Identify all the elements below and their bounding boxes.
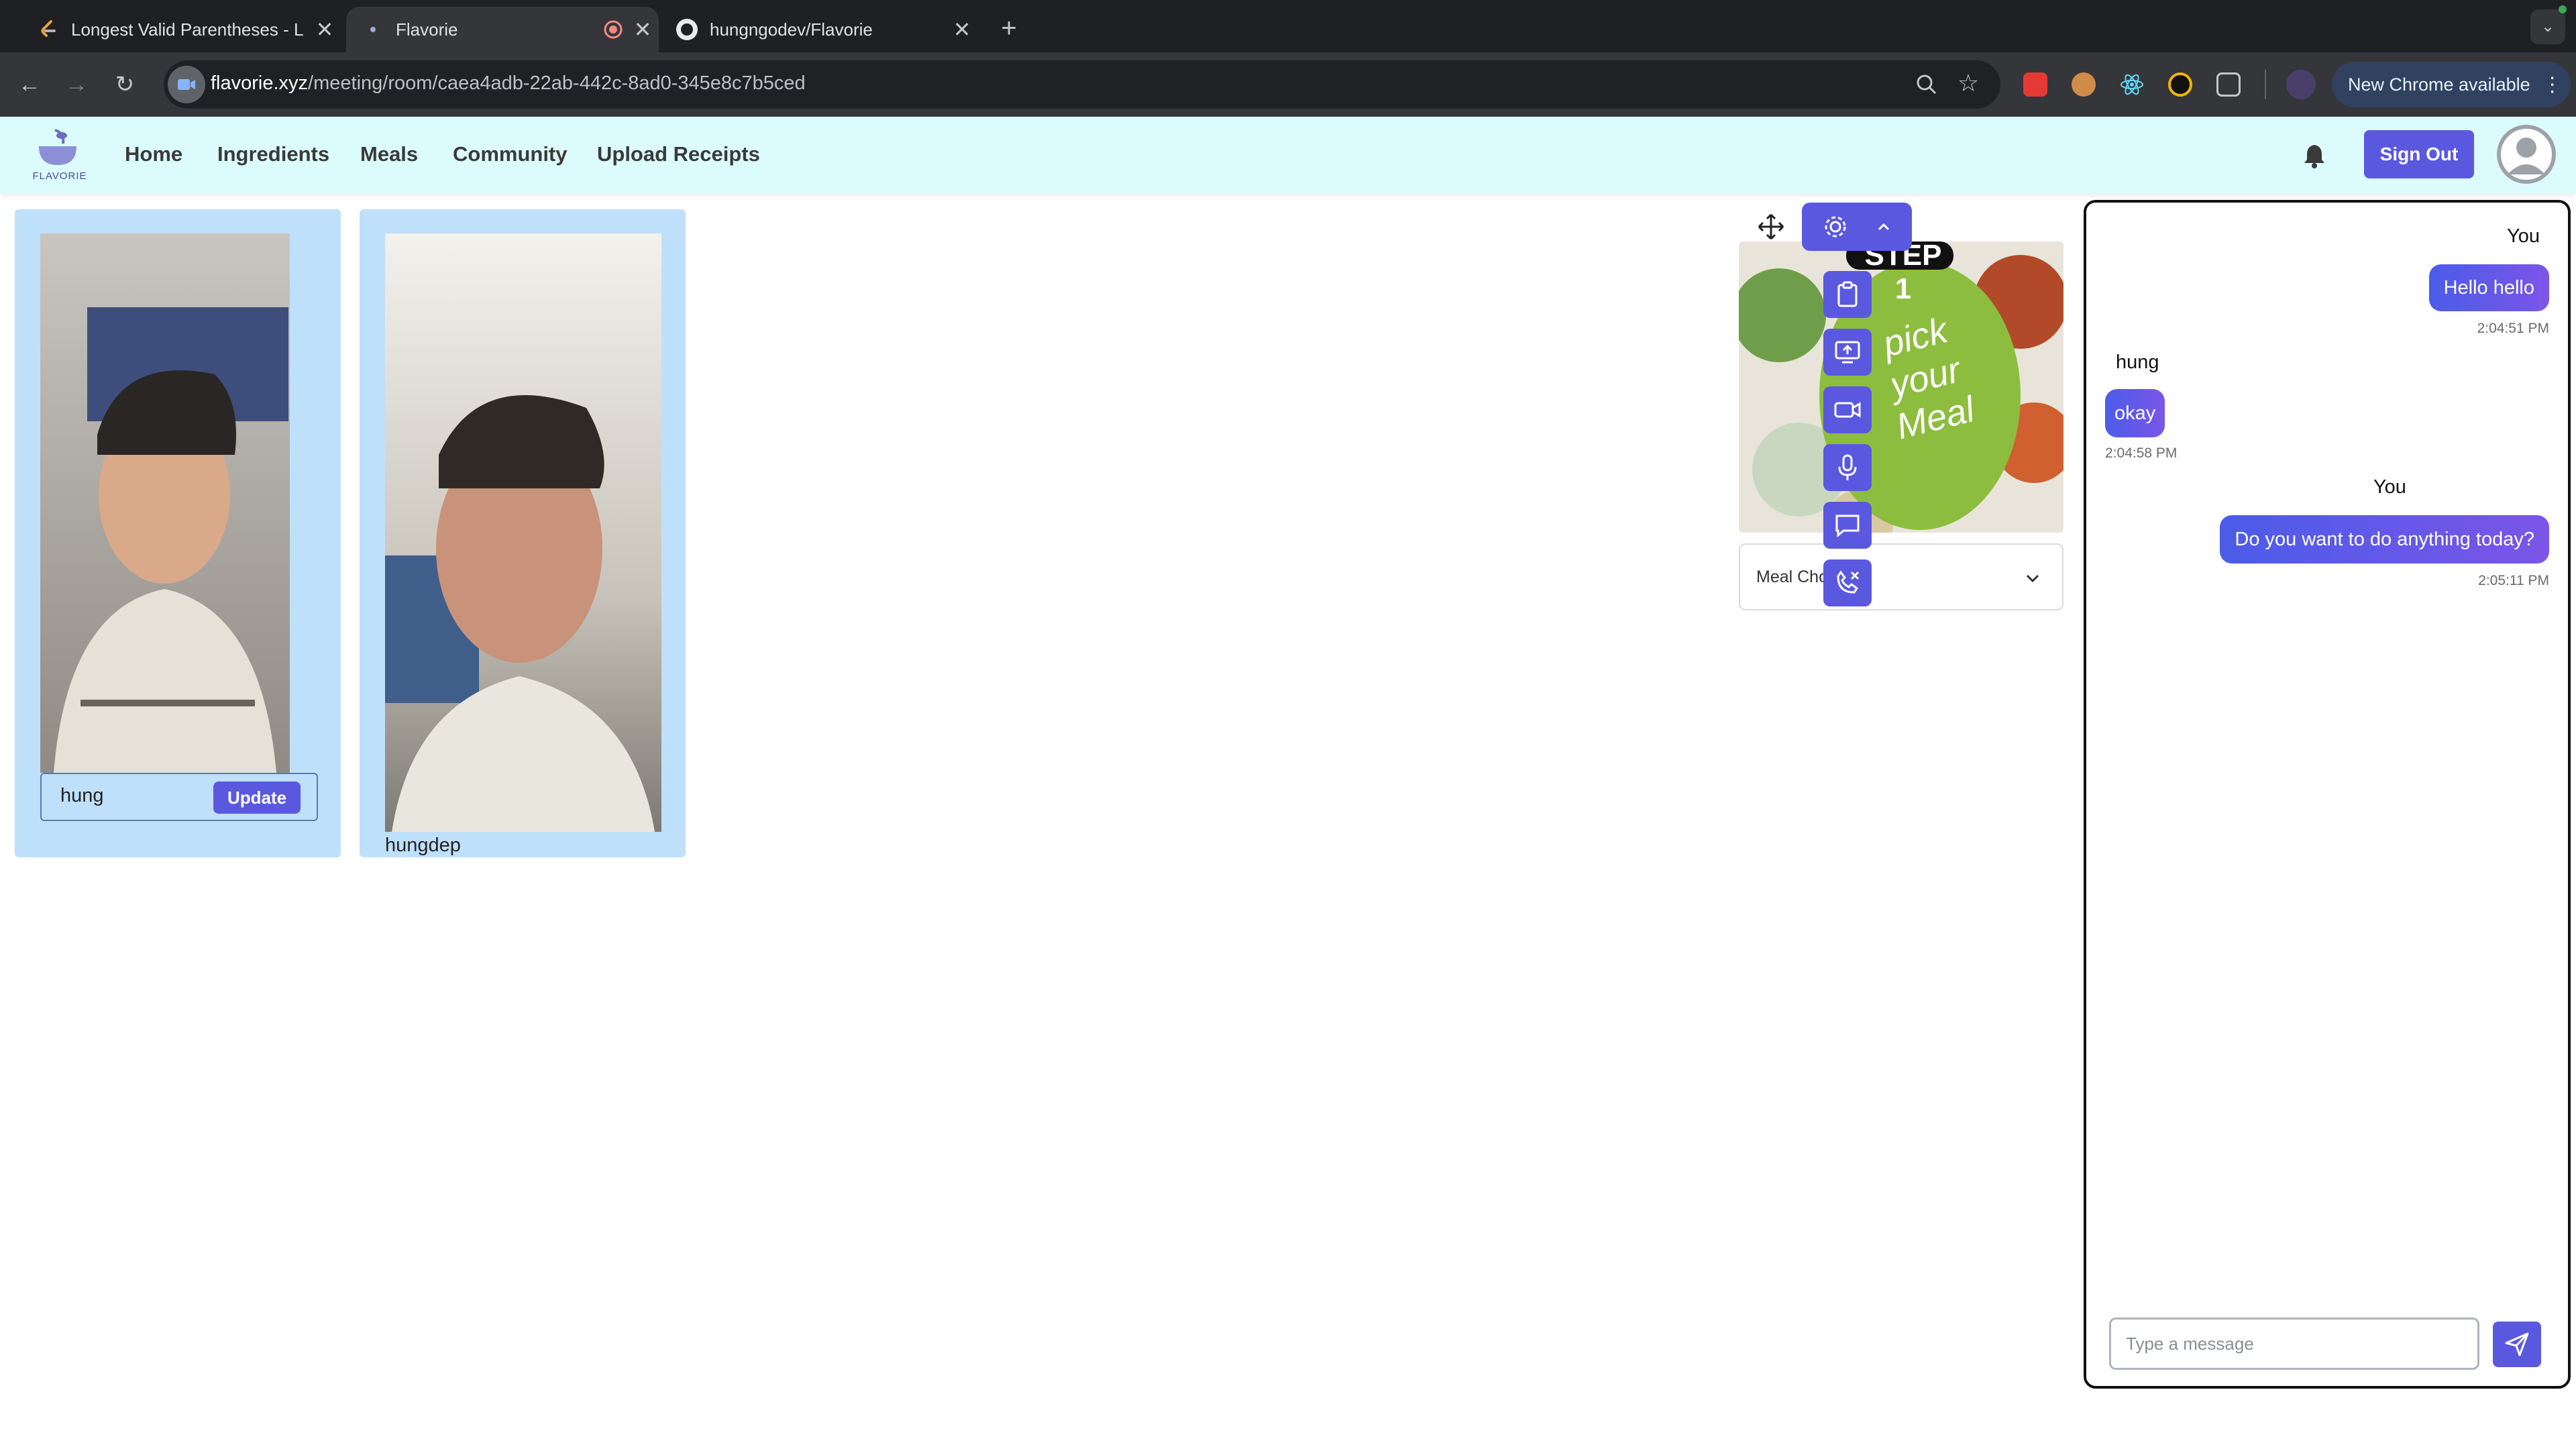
meal-step-image: STEP 1 pick your Meal: [1739, 241, 2063, 533]
close-tab-icon[interactable]: ✕: [627, 17, 659, 42]
tab-leetcode[interactable]: Longest Valid Parentheses - L ✕: [13, 7, 341, 52]
message-input[interactable]: [2111, 1320, 2477, 1368]
send-icon: [2505, 1332, 2529, 1356]
chat-toggle-button[interactable]: [1823, 502, 1872, 549]
tab-github[interactable]: hungngodev/Flavorie ✕: [665, 7, 978, 52]
forward-arrow-icon[interactable]: →: [60, 68, 93, 101]
recording-indicator-icon: [600, 19, 627, 40]
more-vertical-icon: ⋮: [2542, 73, 2563, 96]
sign-out-button[interactable]: Sign Out: [2364, 130, 2474, 178]
tab-search-button[interactable]: ⌄: [2530, 9, 2565, 44]
extensions-puzzle-icon[interactable]: [2216, 72, 2241, 97]
message-input-wrapper: [2109, 1318, 2479, 1370]
close-tab-icon[interactable]: ✕: [946, 17, 978, 42]
site-info-icon[interactable]: [168, 66, 205, 103]
message-sender: You: [2373, 476, 2406, 498]
tab-title: hungngodev/Flavorie: [710, 19, 873, 40]
chat-panel: You Hello hello 2:04:51 PM hung okay 2:0…: [2084, 200, 2571, 1389]
tab-title: Longest Valid Parentheses - L: [71, 19, 304, 40]
zoom-icon[interactable]: [1915, 72, 1939, 97]
message-bubble-other: okay: [2105, 389, 2165, 437]
url-path: /meeting/room/caea4adb-22ab-442c-8ad0-34…: [308, 72, 806, 94]
nav-upload-receipts[interactable]: Upload Receipts: [597, 142, 760, 166]
settings-gear-icon[interactable]: [1822, 213, 1849, 240]
send-message-button[interactable]: [2493, 1322, 2541, 1367]
bookmark-star-icon[interactable]: ☆: [1955, 70, 1982, 97]
nav-home[interactable]: Home: [125, 142, 182, 166]
microphone-toggle-button[interactable]: [1823, 444, 1872, 491]
participant-name-form: hung Update: [40, 773, 318, 821]
url-text: flavorie.xyz/meeting/room/caea4adb-22ab-…: [211, 72, 806, 95]
message-timestamp: 2:05:11 PM: [2478, 573, 2549, 588]
message-bubble-mine: Hello hello: [2428, 264, 2549, 311]
participant-card: hung Update: [15, 209, 341, 857]
call-toolbar-header: [1802, 203, 1912, 251]
phone-hangup-icon: [1837, 570, 1860, 594]
toolbar-divider: [2265, 70, 2266, 99]
flavorie-logo[interactable]: FLAVORIE: [30, 126, 87, 184]
tab-title: Flavorie: [396, 19, 458, 40]
meal-choice-label: Meal Cho: [1756, 568, 1828, 586]
extension-circle-icon[interactable]: [2168, 72, 2192, 97]
screen-share-button[interactable]: [1823, 329, 1872, 376]
update-name-button[interactable]: Update: [213, 782, 301, 814]
flavorie-logo-icon: [39, 129, 76, 165]
new-tab-button[interactable]: +: [990, 9, 1028, 47]
clipboard-icon: [1837, 281, 1858, 307]
participant-card: hungdep: [360, 209, 686, 857]
extension-red-icon[interactable]: [2023, 72, 2047, 97]
close-tab-icon[interactable]: ✕: [309, 17, 341, 42]
video-camera-icon: [1834, 402, 1861, 418]
chevron-up-icon[interactable]: [1873, 216, 1894, 237]
flavorie-favicon-icon: [362, 19, 384, 40]
browser-tab-strip: Longest Valid Parentheses - L ✕ Flavorie…: [0, 0, 2576, 52]
github-favicon-icon: [676, 19, 698, 40]
nav-ingredients[interactable]: Ingredients: [217, 142, 329, 166]
microphone-icon: [1838, 454, 1857, 480]
notification-bell-icon[interactable]: [2301, 142, 2328, 169]
screen-share-icon: [1835, 341, 1860, 364]
clipboard-button[interactable]: [1823, 271, 1872, 318]
participant-name: hungdep: [385, 835, 461, 856]
message-sender: You: [2507, 225, 2540, 247]
update-dot-icon: [2559, 5, 2567, 13]
new-chrome-available-button[interactable]: New Chrome available ⋮: [2332, 62, 2571, 107]
message-bubble-mine: Do you want to do anything today?: [2220, 515, 2549, 564]
participant-video: [40, 233, 290, 773]
meal-choice-select[interactable]: Meal Cho: [1739, 543, 2063, 610]
tab-flavorie[interactable]: Flavorie ✕: [346, 7, 659, 52]
camera-toggle-button[interactable]: [1823, 386, 1872, 433]
participant-name-input[interactable]: hung: [60, 785, 104, 807]
brand-name: FLAVORIE: [32, 170, 87, 182]
user-avatar[interactable]: [2497, 125, 2556, 184]
address-bar[interactable]: flavorie.xyz/meeting/room/caea4adb-22ab-…: [164, 60, 2000, 109]
back-arrow-icon[interactable]: ←: [13, 68, 46, 101]
profile-avatar-icon[interactable]: [2286, 70, 2316, 99]
chat-bubble-icon: [1835, 515, 1860, 538]
reload-icon[interactable]: ↻: [109, 68, 141, 101]
message-timestamp: 2:04:51 PM: [2477, 321, 2549, 336]
participant-video: [385, 233, 661, 832]
extension-react-icon[interactable]: [2120, 72, 2144, 97]
browser-toolbar: ← → ↻ flavorie.xyz/meeting/room/caea4adb…: [0, 52, 2576, 117]
app-header: FLAVORIE Home Ingredients Meals Communit…: [0, 117, 2576, 193]
nav-community[interactable]: Community: [453, 142, 568, 166]
end-call-button[interactable]: [1823, 559, 1872, 606]
url-host: flavorie.xyz: [211, 72, 309, 94]
new-chrome-label: New Chrome available: [2348, 74, 2530, 95]
nav-meals[interactable]: Meals: [360, 142, 418, 166]
extension-cookie-icon[interactable]: [2072, 72, 2096, 97]
leetcode-favicon-icon: [38, 19, 59, 40]
drag-move-icon[interactable]: [1758, 213, 1784, 240]
chevron-down-icon: [2026, 574, 2039, 583]
message-timestamp: 2:04:58 PM: [2105, 445, 2178, 461]
message-sender: hung: [2116, 352, 2159, 373]
